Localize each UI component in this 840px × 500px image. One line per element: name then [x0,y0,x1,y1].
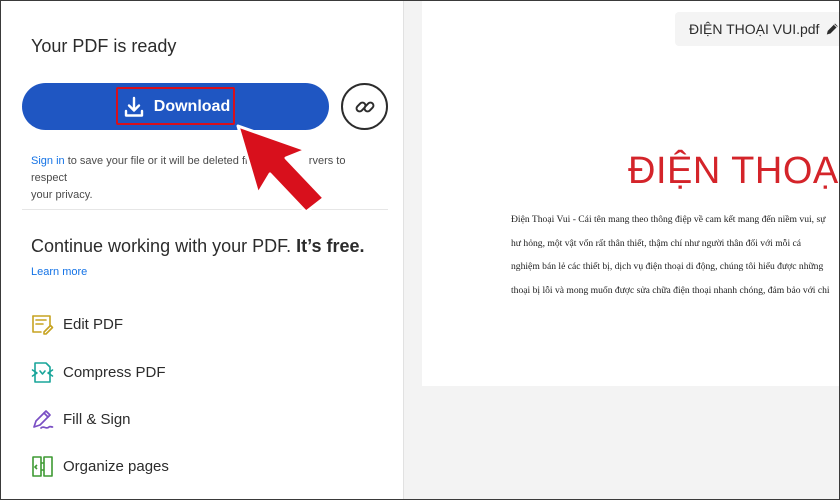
document-line: nghiệm bán lẻ các thiết bị, dịch vụ điện… [511,261,824,272]
left-panel: Your PDF is ready Download Sign in to sa… [0,0,404,500]
divider [22,209,388,210]
pencil-icon[interactable] [825,21,840,37]
document-line: thoại bị lỗi và mong muốn được sửa chữa … [511,284,830,296]
learn-more-link[interactable]: Learn more [31,266,87,278]
filename-chip[interactable]: ĐIỆN THOẠI VUI.pdf [675,12,840,46]
continue-heading: Continue working with your PDF. It’s fre… [31,236,365,257]
continue-text: Continue working with your PDF. [31,236,297,256]
share-link-button[interactable] [341,83,388,130]
continue-free-text: It’s free. [296,236,365,256]
document-filename: ĐIỆN THOẠI VUI.pdf [689,21,820,37]
organize-pages-icon [32,455,53,477]
compress-pdf-icon [31,361,54,383]
edit-pdf-icon [32,314,54,335]
page-title: Your PDF is ready [31,36,177,56]
download-label: Download [153,97,231,115]
tool-organize-pages[interactable]: Organize pages [31,453,169,479]
red-arrow-annotation [236,124,326,214]
tool-compress-pdf[interactable]: Compress PDF [31,359,166,385]
download-icon [124,96,143,117]
tool-edit-pdf[interactable]: Edit PDF [31,311,123,337]
signin-text-privacy: your privacy. [31,189,93,201]
tool-label: Edit PDF [63,315,124,333]
link-icon [355,101,374,112]
document-heading: ĐIỆN THOẠI [628,150,840,192]
tool-label: Fill & Sign [63,410,131,428]
tool-label: Compress PDF [63,363,166,381]
signin-link[interactable]: Sign in [31,155,65,167]
fill-sign-icon [33,409,54,429]
tool-label: Organize pages [63,457,169,475]
document-line: hư hỏng, một vật vốn rất thân thiết, thậ… [511,237,802,249]
document-body: Điện Thoại Vui - Cái tên mang theo thông… [511,208,840,302]
tool-fill-sign[interactable]: Fill & Sign [31,406,131,432]
document-page [422,0,840,386]
document-line: Điện Thoại Vui - Cái tên mang theo thông… [511,214,826,225]
